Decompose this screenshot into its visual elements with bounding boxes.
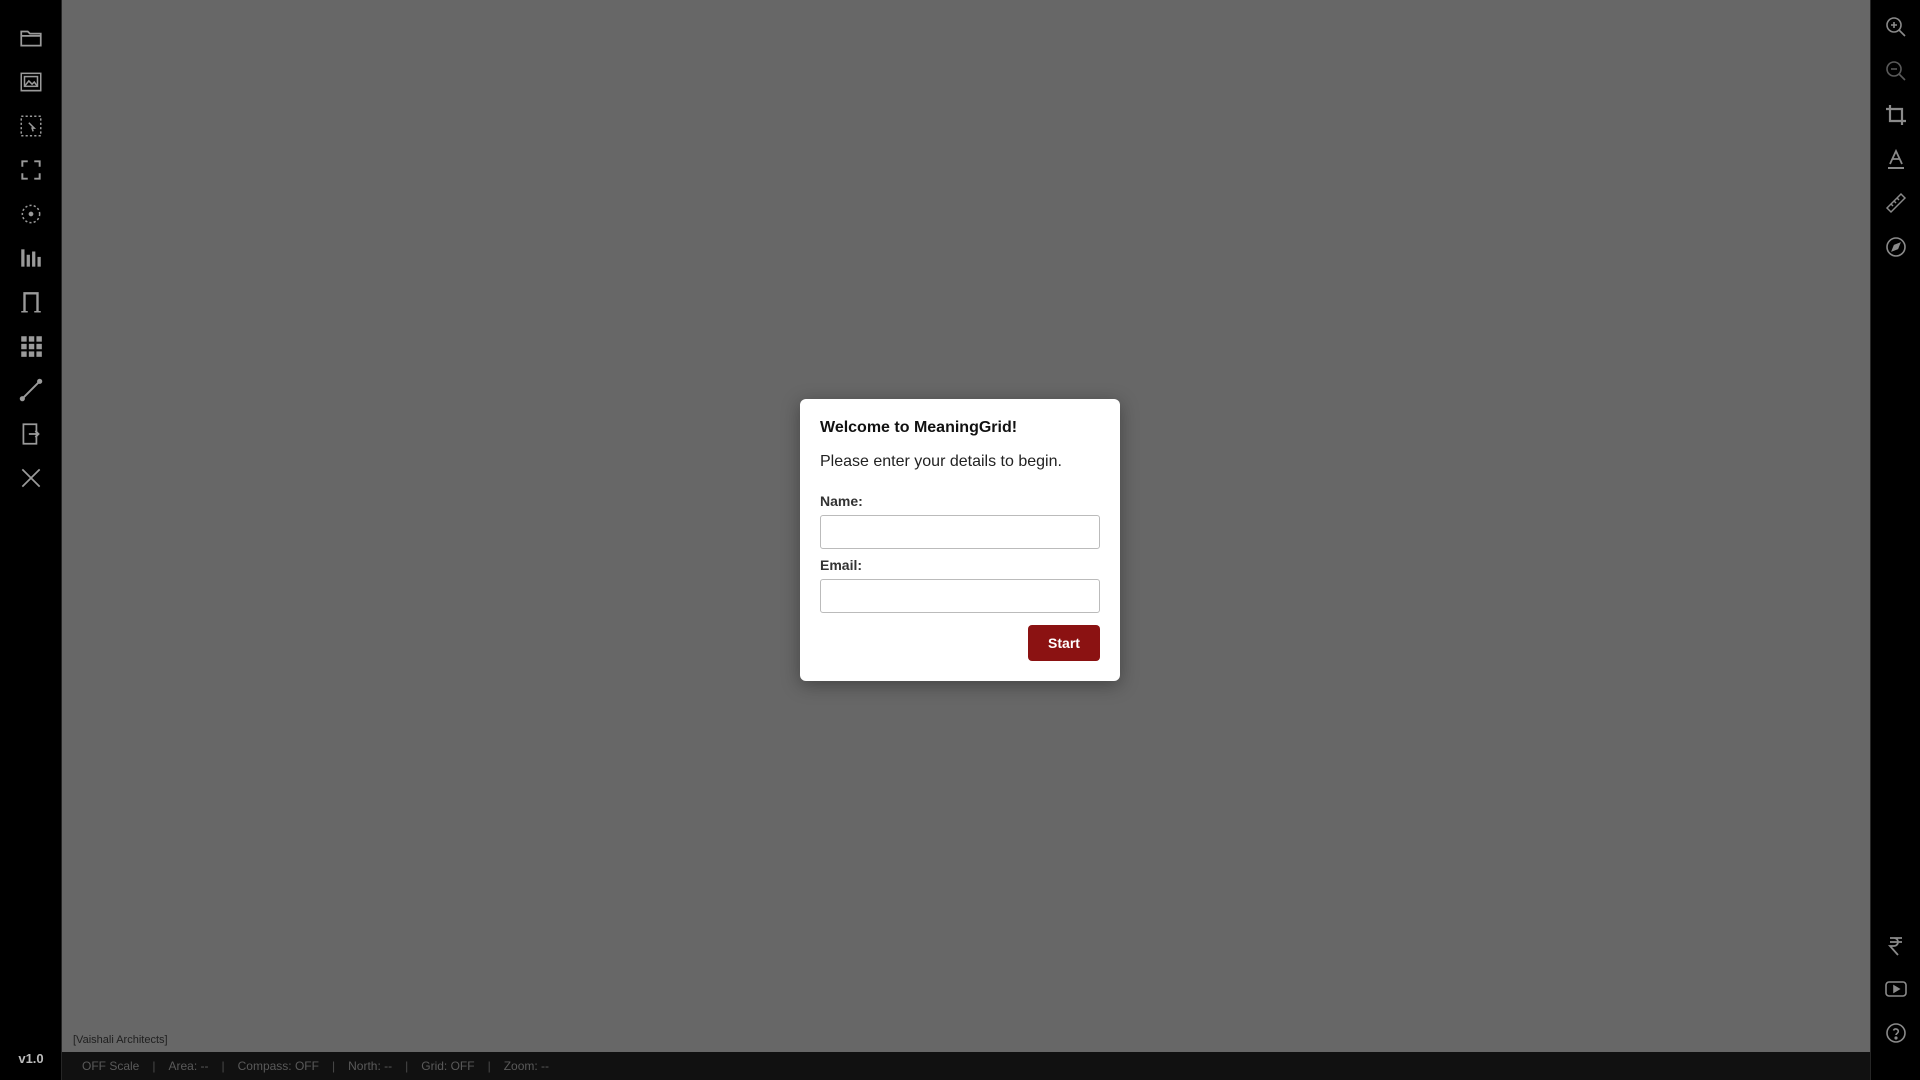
target-icon bbox=[21, 204, 41, 224]
bar-chart-button[interactable] bbox=[15, 242, 47, 274]
grid-icon bbox=[21, 336, 42, 357]
name-label: Name: bbox=[820, 493, 863, 509]
youtube-button[interactable] bbox=[1880, 973, 1912, 1005]
crop-button[interactable] bbox=[1880, 99, 1912, 131]
dialog-subtitle: Please enter your details to begin. bbox=[820, 453, 1062, 470]
status-compass: Compass: OFF bbox=[237, 1059, 319, 1073]
close-button[interactable] bbox=[15, 462, 47, 494]
compass-icon bbox=[1886, 237, 1906, 257]
crop-icon bbox=[1886, 105, 1906, 125]
status-north: North: -- bbox=[348, 1059, 393, 1073]
status-separator: | bbox=[405, 1059, 409, 1073]
open-folder-icon bbox=[20, 30, 42, 47]
export-button[interactable] bbox=[15, 418, 47, 450]
credit-label: [Vaishali Architects] bbox=[73, 1034, 168, 1046]
youtube-icon bbox=[1885, 981, 1907, 997]
zoom-out-button[interactable] bbox=[1880, 55, 1912, 87]
left-toolbar: v1.0 bbox=[0, 0, 62, 1080]
status-separator: | bbox=[152, 1059, 156, 1073]
rupee-icon bbox=[1887, 937, 1902, 956]
app-window: v1.0 [Vaishali Architects] OFF Scale | A… bbox=[0, 0, 1920, 1080]
status-scale: OFF Scale bbox=[82, 1059, 140, 1073]
close-icon bbox=[21, 468, 41, 488]
target-button[interactable] bbox=[15, 198, 47, 230]
rupee-button[interactable] bbox=[1880, 930, 1912, 962]
line-tool-button[interactable] bbox=[15, 374, 47, 406]
doorway-icon bbox=[21, 292, 41, 313]
version-label: v1.0 bbox=[18, 1051, 44, 1066]
ruler-button[interactable] bbox=[1880, 187, 1912, 219]
export-icon bbox=[22, 423, 40, 445]
start-button[interactable]: Start bbox=[1028, 625, 1100, 661]
status-separator: | bbox=[487, 1059, 491, 1073]
select-region-icon bbox=[20, 115, 42, 137]
line-tool-icon bbox=[19, 378, 43, 402]
right-toolbar bbox=[1870, 0, 1920, 1080]
status-separator: | bbox=[331, 1059, 336, 1073]
zoom-in-icon bbox=[1886, 17, 1906, 37]
gallery-icon bbox=[20, 72, 42, 92]
status-grid: Grid: OFF bbox=[421, 1059, 475, 1073]
ruler-icon bbox=[1885, 192, 1907, 214]
help-icon bbox=[1886, 1023, 1906, 1043]
zoom-out-icon bbox=[1886, 61, 1906, 81]
help-button[interactable] bbox=[1880, 1017, 1912, 1049]
text-button[interactable] bbox=[1880, 143, 1912, 175]
select-region-button[interactable] bbox=[15, 110, 47, 142]
compass-button[interactable] bbox=[1880, 231, 1912, 263]
welcome-dialog: Welcome to MeaningGrid! Please enter you… bbox=[800, 399, 1120, 681]
grid-button[interactable] bbox=[15, 330, 47, 362]
open-folder-button[interactable] bbox=[15, 22, 47, 54]
status-zoom: Zoom: -- bbox=[503, 1059, 550, 1073]
status-separator: | bbox=[221, 1059, 225, 1073]
name-field[interactable] bbox=[820, 515, 1100, 549]
email-field[interactable] bbox=[820, 579, 1100, 613]
bar-chart-icon bbox=[21, 249, 41, 267]
status-area: Area: -- bbox=[168, 1059, 209, 1073]
zoom-in-button[interactable] bbox=[1880, 11, 1912, 43]
dialog-title: Welcome to MeaningGrid! bbox=[820, 419, 1018, 436]
status-bar: OFF Scale | Area: -- | Compass: OFF | No… bbox=[62, 1052, 1870, 1080]
fullscreen-icon bbox=[21, 160, 41, 180]
email-label: Email: bbox=[820, 557, 863, 573]
text-icon bbox=[1888, 148, 1904, 169]
gallery-button[interactable] bbox=[15, 66, 47, 98]
doorway-button[interactable] bbox=[15, 286, 47, 318]
fullscreen-button[interactable] bbox=[15, 154, 47, 186]
